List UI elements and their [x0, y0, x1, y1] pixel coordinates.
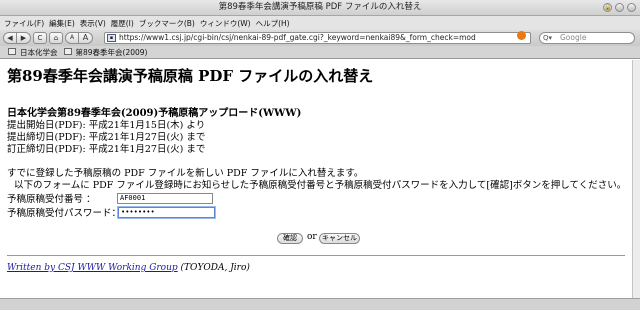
bookmarks-bar: 日本化学会 第89春季年会(2009): [0, 46, 640, 59]
divider: [7, 255, 625, 256]
password-input[interactable]: ••••••••: [118, 207, 215, 218]
url-text: https://www1.csj.jp/cgi-bin/csj/nenkai-8…: [119, 33, 476, 42]
lock-icon: 🔒: [603, 3, 612, 12]
or-text: or: [307, 232, 317, 242]
status-bar: [0, 298, 640, 310]
menu-bar: ファイル(F) 編集(E) 表示(V) 履歴(I) ブックマーク(B) ウィンド…: [0, 16, 640, 30]
confirm-button[interactable]: 確認: [277, 233, 303, 244]
title-bar: 第89春季年会講演予稿原稿 PDF ファイルの入れ替え 🔒: [0, 0, 640, 16]
menu-window[interactable]: ウィンドウ(W): [200, 18, 251, 29]
menu-view[interactable]: 表示(V): [80, 18, 106, 29]
vertical-scrollbar[interactable]: [632, 60, 640, 298]
menu-bookmarks[interactable]: ブックマーク(B): [139, 18, 195, 29]
menu-help[interactable]: ヘルプ(H): [256, 18, 290, 29]
page-title: 第89春季年会講演予稿原稿 PDF ファイルの入れ替え: [7, 67, 374, 85]
password-label: 予稿原稿受付パスワード：: [7, 208, 122, 219]
footer-author: (TOYODA, Jiro): [180, 263, 250, 273]
search-engine-icon[interactable]: Q▾: [543, 33, 552, 43]
window-title: 第89春季年会講演予稿原稿 PDF ファイルの入れ替え: [218, 2, 422, 12]
rss-feed-icon[interactable]: ●: [517, 31, 526, 40]
search-input[interactable]: Q▾ Google: [539, 32, 635, 44]
receipt-number-input[interactable]: AF0001: [117, 193, 213, 204]
forward-button[interactable]: ▶: [17, 32, 31, 44]
instruction-text: 以下のフォームに PDF ファイル登録時にお知らせした予稿原稿受付番号と予稿原稿…: [14, 180, 627, 191]
receipt-number-label: 予稿原稿受付番号 ：: [7, 194, 96, 205]
menu-edit[interactable]: 編集(E): [49, 18, 75, 29]
correction-deadline: 訂正締切日(PDF): 平成21年1月27日(火) まで: [7, 144, 206, 155]
menu-history[interactable]: 履歴(I): [111, 18, 134, 29]
close-button[interactable]: [627, 3, 636, 12]
cancel-button[interactable]: キャンセル: [319, 233, 360, 244]
footer-link[interactable]: Written by CSJ WWW Working Group: [7, 263, 178, 273]
bookmark-item[interactable]: 日本化学会: [8, 47, 58, 58]
home-button[interactable]: ⌂: [49, 32, 63, 44]
bookmark-icon: [8, 47, 16, 55]
footer: Written by CSJ WWW Working Group (TOYODA…: [7, 263, 250, 273]
site-favicon-icon: ▪: [107, 34, 116, 42]
browser-window: 第89春季年会講演予稿原稿 PDF ファイルの入れ替え 🔒 ファイル(F) 編集…: [0, 0, 640, 310]
minimize-button[interactable]: [615, 3, 624, 12]
search-placeholder: Google: [560, 33, 587, 42]
text-smaller-button[interactable]: A: [65, 32, 79, 44]
text-larger-button[interactable]: A: [79, 32, 93, 44]
bookmark-icon: [63, 47, 72, 55]
bookmark-item[interactable]: 第89春季年会(2009): [63, 47, 147, 58]
address-bar[interactable]: ▪ https://www1.csj.jp/cgi-bin/csj/nenkai…: [104, 32, 531, 44]
page-content: 第89春季年会講演予稿原稿 PDF ファイルの入れ替え 日本化学会第89春季年会…: [0, 60, 632, 298]
navigation-toolbar: ◀ ▶ C ⌂ A A ▪ https://www1.csj.jp/cgi-bi…: [0, 30, 640, 46]
back-button[interactable]: ◀: [3, 32, 17, 44]
reload-button[interactable]: C: [33, 32, 47, 44]
menu-file[interactable]: ファイル(F): [4, 18, 44, 29]
